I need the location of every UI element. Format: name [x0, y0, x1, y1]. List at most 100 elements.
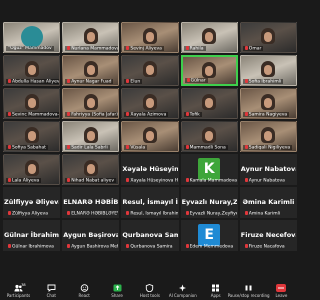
participant-tile[interactable]: Tofik — [180, 88, 238, 119]
participant-tile[interactable]: "Ogüz" Mammadov — [3, 22, 61, 53]
mic-muted-icon — [8, 111, 11, 116]
participant-name-text: Sevinc Mammadova-Aydan — [12, 112, 60, 117]
participant-tile[interactable]: Sofia Ibrahimli — [239, 55, 297, 86]
participant-tile[interactable]: Sadiqali Nigiliyeva — [239, 121, 297, 152]
participant-name: Eyvazli Nuray,Zeyfiye — [184, 210, 237, 216]
participant-tile[interactable]: Aynur Nabatova Aynur Nabatova — [239, 154, 297, 185]
participant-tile[interactable]: Sadir Lala Sabrli — [62, 121, 120, 152]
participant-tile[interactable]: E Edem Memmedova — [180, 220, 238, 251]
chat-icon — [47, 284, 56, 292]
participant-name-text: Elun — [130, 79, 141, 84]
host-tools-button[interactable]: Host tools — [135, 284, 165, 298]
participant-tile[interactable]: K Kamala Mammadova — [180, 154, 238, 185]
participant-name: Samira Nagiyeva — [242, 111, 290, 117]
participant-name: Aynur Nabatova — [243, 177, 287, 183]
participant-count-badge: 38 — [21, 283, 26, 287]
participant-name-text: Gülnar — [190, 78, 206, 83]
participant-name-text: Aynur Nabatova — [248, 178, 285, 183]
apps-button[interactable]: Apps — [201, 284, 231, 298]
participant-name-text: Abdulla Hasan Aliyev — [12, 79, 60, 84]
participant-name-text: Rahila — [189, 46, 204, 51]
participant-tile[interactable]: ELNARƏ HƏBİB... ELNARƏ HƏBİBLƏYEVA — [62, 187, 120, 218]
participant-display-name: ELNARƏ HƏBİB... — [63, 198, 119, 206]
mic-muted-icon — [185, 144, 189, 149]
mic-muted-icon — [67, 210, 71, 215]
participant-tile[interactable]: Vüsala — [121, 121, 179, 152]
participant-tile[interactable]: Əmina Karimli Amina Karimli — [239, 187, 297, 218]
mic-muted-icon — [8, 177, 11, 182]
participant-tile[interactable]: Nihad Nabat aliyev — [62, 154, 120, 185]
participant-tile[interactable]: Aynur Nagar Fuad — [62, 55, 120, 86]
participant-name: Xayala Azimova — [124, 111, 169, 117]
toolbar-label: Host tools — [139, 293, 160, 298]
leave-button[interactable]: Leave — [266, 284, 296, 298]
participant-name-text: Fahriyya (Sofia Jafar) — [71, 112, 119, 117]
react-button[interactable]: React — [69, 284, 99, 298]
participant-name: Rahila — [183, 45, 206, 51]
participant-face — [264, 131, 273, 141]
ai-companion-button[interactable]: AI Companion — [168, 284, 198, 298]
participant-tile[interactable]: Fahriyya (Sofia Jafar) — [62, 88, 120, 119]
mic-muted-icon — [67, 78, 71, 83]
mic-muted-icon — [186, 77, 190, 82]
participant-name: Nihad Nabat aliyev — [65, 177, 116, 183]
toolbar-label: AI Companion — [168, 293, 197, 298]
participant-name: ELNARƏ HƏBİBLƏYEVA — [65, 210, 118, 216]
participant-tile[interactable]: Eyvazlı Nuray,Z... Eyvazli Nuray,Zeyfiye — [180, 187, 238, 218]
participant-grid: "Ogüz" Mammadov Nurlana Mammadova Sevinj A… — [3, 22, 297, 251]
participant-name-text: Xayala Hüseyinova Hüseyn... — [130, 178, 179, 183]
participant-tile[interactable]: Zülfiyyə Əliyeva Zülfiyya Aliyeva — [3, 187, 61, 218]
participant-tile[interactable]: Elun — [121, 55, 179, 86]
participant-tile[interactable]: Nurlana Mammadova — [62, 22, 120, 53]
participant-tile[interactable]: Gülnar — [180, 55, 238, 86]
participant-name: Mammadli Sona — [183, 144, 228, 150]
participant-tile[interactable]: Resul, İsmayıl İ... Resul, İsmayıl İbrahi… — [121, 187, 179, 218]
participant-tile[interactable]: Firuze Necefova Firuze Nacafova — [239, 220, 297, 251]
participant-name: Aynur Nagar Fuad — [65, 78, 114, 84]
participant-tile[interactable]: Gülnar İbrahim... Gülnar Ibrahimova — [3, 220, 61, 251]
host-tools-icon — [145, 284, 154, 292]
chat-button[interactable]: Chat — [36, 284, 66, 298]
participants-button[interactable]: Participants 38 — [3, 283, 33, 298]
participant-tile[interactable]: Sevinc Mammadova-Aydan — [3, 88, 61, 119]
pause-stop-recording-button[interactable]: Pause/stop recording — [228, 284, 270, 298]
participant-name: Omar — [242, 45, 264, 51]
participant-name: Vüsala — [124, 144, 148, 150]
participant-face — [205, 32, 214, 42]
participant-tile[interactable]: Lala Aliyeva — [3, 154, 61, 185]
participant-name: Gülnar Ibrahimova — [6, 243, 56, 249]
participant-name: Sofiya Sabahat — [6, 144, 48, 150]
participant-name-text: Sevinj Aliyeva — [130, 46, 162, 51]
participant-name: Fahriyya (Sofia Jafar) — [65, 111, 119, 117]
participant-name-text: Edem Memmedova — [189, 244, 234, 249]
participant-tile[interactable]: Xayala Azimova — [121, 88, 179, 119]
participant-name: Edem Memmedova — [184, 243, 236, 249]
participant-tile[interactable]: Omar — [239, 22, 297, 53]
participant-tile[interactable]: Samira Nagiyeva — [239, 88, 297, 119]
participant-name: Resul, İsmayıl İbrahim... — [124, 210, 178, 216]
participant-tile[interactable]: Qurbanova Sam... Qurbanova Samira — [121, 220, 179, 251]
mic-muted-icon — [67, 111, 71, 116]
share-icon — [113, 284, 122, 292]
participant-name-text: Nurlana Mammadova — [71, 46, 120, 51]
participant-face — [264, 32, 273, 42]
leave-icon — [276, 284, 287, 292]
participant-tile[interactable]: Xəyalə Hüseyin Xayala Hüseyinova Hüseyn..… — [121, 154, 179, 185]
avatar — [20, 26, 43, 48]
participant-tile[interactable]: Mammadli Sona — [180, 121, 238, 152]
participant-tile[interactable]: Sofiya Sabahat — [3, 121, 61, 152]
participant-display-name: Əmina Karimli — [242, 198, 295, 206]
participant-face — [145, 65, 154, 75]
participant-tile[interactable]: Aygun Bəşirova... Aygun Bashirova Mehdi V… — [62, 220, 120, 251]
participant-display-name: Xəyalə Hüseyin — [122, 165, 178, 173]
participant-tile[interactable]: Rahila — [180, 22, 238, 53]
participant-name-text: Vüsala — [130, 145, 146, 150]
participant-name-text: Xayala Azimova — [130, 112, 167, 117]
participant-tile[interactable]: Sevinj Aliyeva — [121, 22, 179, 53]
participant-tile[interactable]: Abdulla Hasan Aliyev — [3, 55, 61, 86]
toolbar-label: Leave — [275, 293, 288, 298]
participant-name: Firuze Nacafova — [243, 243, 287, 249]
mic-muted-icon — [244, 210, 248, 215]
share-button[interactable]: Share — [102, 284, 132, 298]
participant-name-text: Mammadli Sona — [189, 145, 226, 150]
